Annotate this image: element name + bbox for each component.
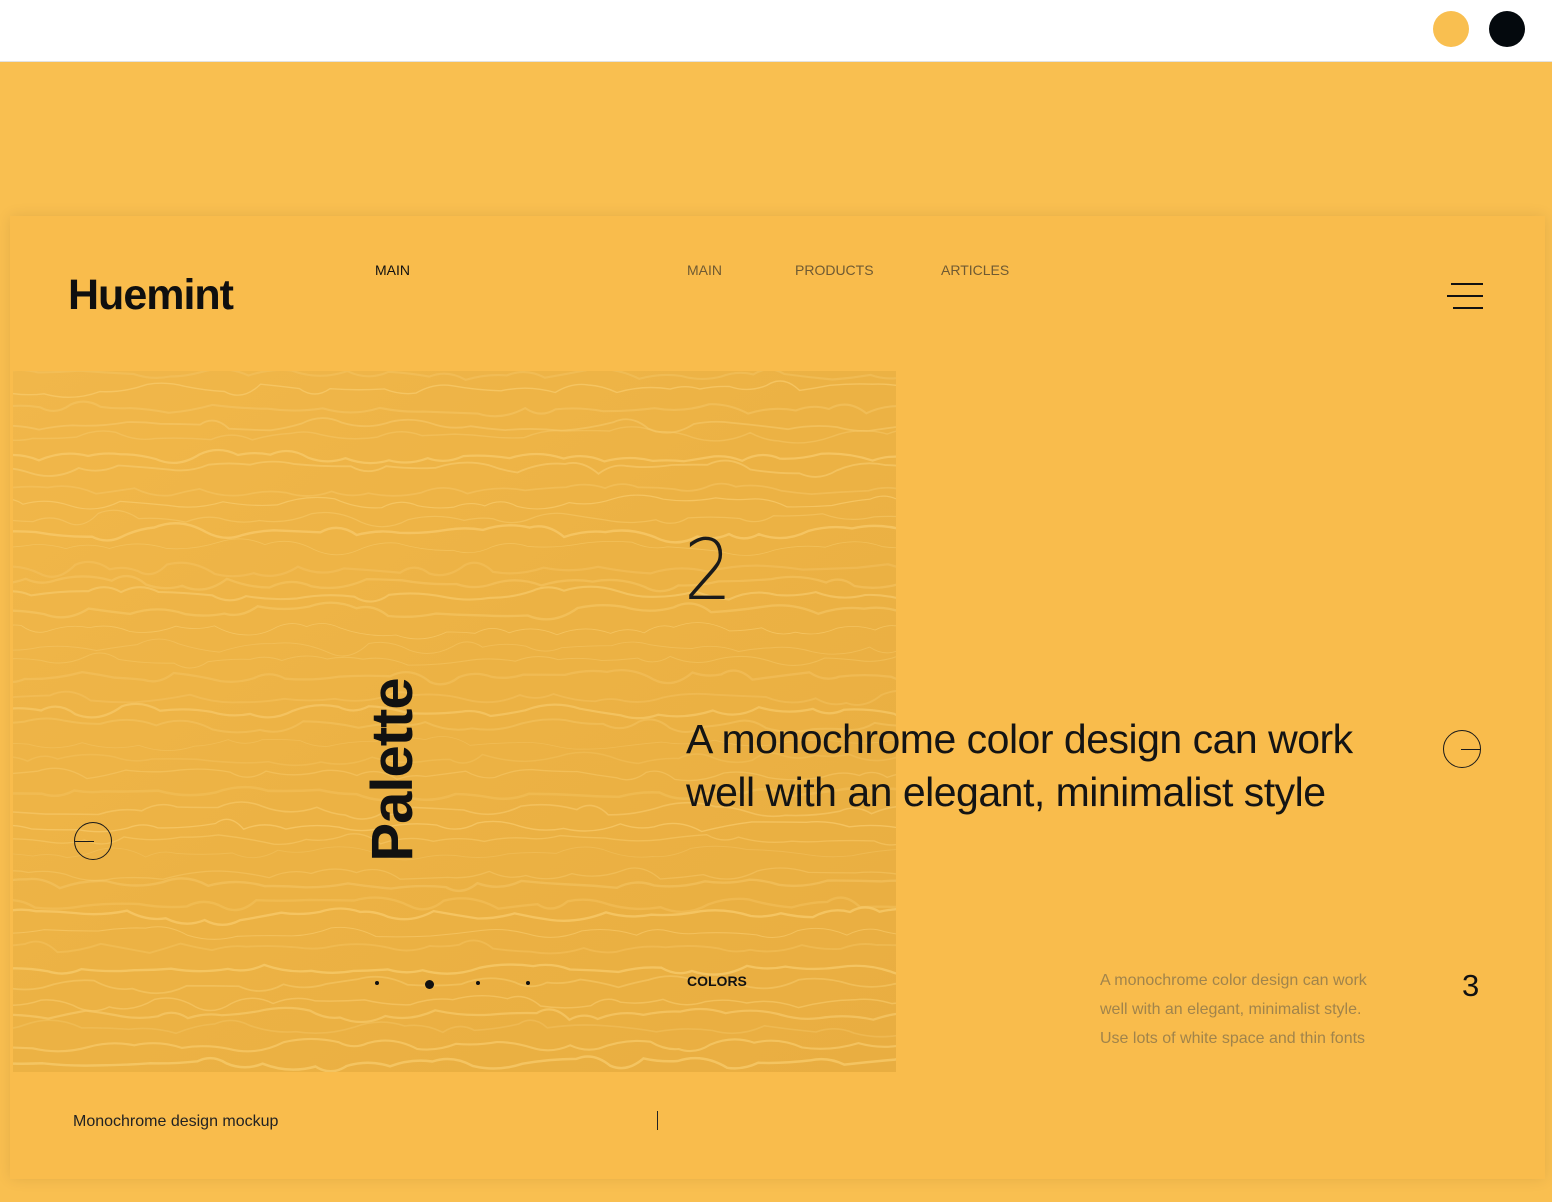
slide-dot[interactable] (375, 981, 379, 985)
mockup-caption: Monochrome design mockup (73, 1113, 279, 1130)
divider (657, 1111, 658, 1130)
menu-line (1451, 283, 1483, 285)
menu-line (1453, 307, 1483, 309)
next-slide-number[interactable]: 3 (1462, 968, 1479, 1004)
menu-line (1447, 295, 1483, 297)
nav-link-products[interactable]: PRODUCTS (795, 262, 874, 278)
nav-link-articles[interactable]: ARTICLES (941, 262, 1009, 278)
logo[interactable]: Huemint (68, 273, 234, 317)
description-text: A monochrome color design can work well … (1100, 972, 1367, 1047)
arrow-right-circle-icon[interactable] (1443, 730, 1481, 768)
nav-link-main[interactable]: MAIN (687, 262, 722, 278)
hamburger-menu-icon[interactable] (1447, 283, 1483, 311)
hero-headline: A monochrome color design can work well … (686, 716, 1353, 815)
arrow-left-circle-icon[interactable] (74, 822, 112, 860)
slide-dot-active[interactable] (425, 980, 434, 989)
slide-dot[interactable] (526, 981, 530, 985)
section-label: COLORS (687, 973, 747, 989)
color-swatch-black[interactable] (1489, 11, 1525, 47)
slide-number: 2 (684, 521, 733, 619)
current-page-label: MAIN (375, 262, 410, 278)
slide-dot[interactable] (476, 981, 480, 985)
color-swatch-yellow[interactable] (1433, 11, 1469, 47)
vertical-title: Palette (360, 678, 425, 862)
palette-toolbar (0, 0, 1552, 62)
